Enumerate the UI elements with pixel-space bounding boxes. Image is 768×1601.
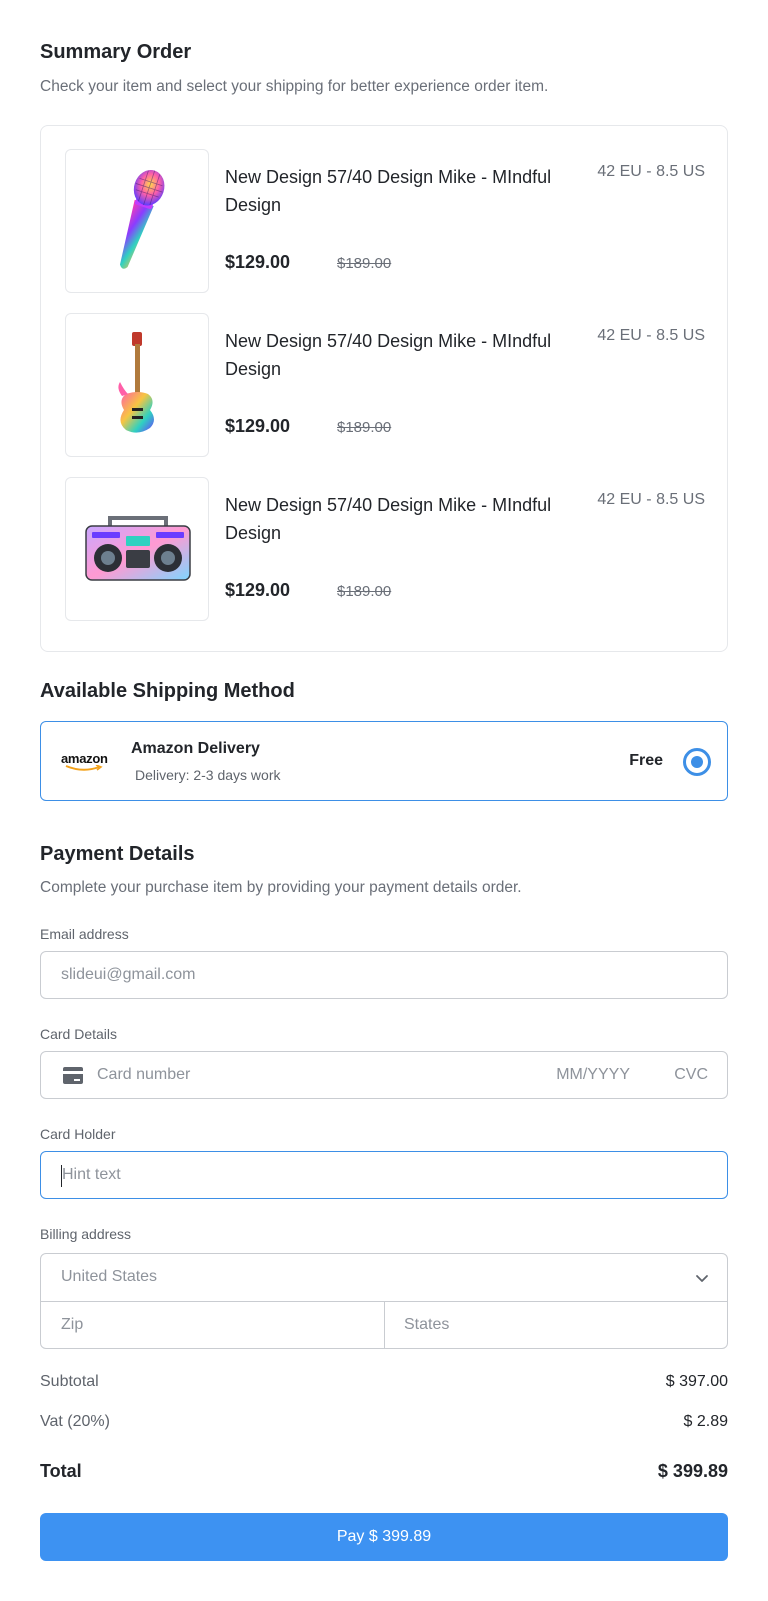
shipping-price: Free — [629, 752, 663, 769]
shipping-name: Amazon Delivery — [131, 740, 260, 757]
boombox-image — [65, 477, 209, 621]
vat-value: $ 2.89 — [683, 1413, 728, 1430]
total-label: Total — [40, 1461, 82, 1481]
item-size: 42 EU - 8.5 US — [597, 491, 705, 508]
divider — [384, 1301, 385, 1348]
order-item: New Design 57/40 Design Mike - MIndful D… — [65, 149, 705, 293]
item-price: $129.00 — [225, 416, 291, 436]
card-holder-field[interactable]: Hint text — [40, 1151, 728, 1199]
credit-card-icon — [63, 1067, 83, 1084]
item-old-price: $189.00 — [337, 583, 392, 600]
item-size: 42 EU - 8.5 US — [597, 327, 705, 344]
summary-title: Summary Order — [40, 41, 192, 63]
item-size: 42 EU - 8.5 US — [597, 163, 705, 180]
country-select[interactable]: United States — [61, 1268, 157, 1286]
microphone-image — [65, 149, 209, 293]
card-details-field[interactable]: Card number MM/YYYY CVC — [40, 1051, 728, 1099]
card-expiry-input[interactable]: MM/YYYY — [556, 1066, 630, 1084]
order-item: New Design 57/40 Design Mike - MIndful D… — [65, 477, 705, 621]
item-price: $129.00 — [225, 580, 291, 600]
email-placeholder: slideui@gmail.com — [61, 966, 196, 983]
item-price: $129.00 — [225, 252, 291, 272]
shipping-radio[interactable] — [683, 748, 711, 776]
card-cvc-input[interactable]: CVC — [674, 1066, 708, 1084]
billing-address-label: Billing address — [40, 1226, 132, 1242]
pay-button[interactable]: Pay $ 399.89 — [40, 1513, 728, 1561]
payment-subtitle: Complete your purchase item by providing… — [40, 879, 522, 896]
order-item: New Design 57/40 Design Mike - MIndful D… — [65, 313, 705, 457]
shipping-desc: Delivery: 2-3 days work — [135, 767, 281, 783]
card-holder-label: Card Holder — [40, 1126, 116, 1142]
item-name[interactable]: New Design 57/40 Design Mike - MIndful D… — [225, 491, 555, 547]
payment-title: Payment Details — [40, 843, 195, 865]
card-holder-placeholder: Hint text — [62, 1166, 121, 1183]
amazon-logo: amazon — [61, 751, 111, 773]
shipping-title: Available Shipping Method — [40, 680, 295, 702]
subtotal-value: $ 397.00 — [665, 1373, 728, 1390]
shipping-option-amazon[interactable]: amazon Amazon Delivery Delivery: 2-3 day… — [40, 721, 728, 801]
card-details-label: Card Details — [40, 1026, 118, 1042]
card-number-input[interactable]: Card number — [97, 1066, 190, 1084]
summary-subtitle: Check your item and select your shipping… — [40, 78, 549, 95]
email-label: Email address — [40, 926, 129, 942]
email-field[interactable]: slideui@gmail.com — [40, 951, 728, 999]
chevron-down-icon[interactable] — [695, 1271, 709, 1285]
state-input[interactable]: States — [404, 1316, 449, 1334]
item-name[interactable]: New Design 57/40 Design Mike - MIndful D… — [225, 327, 555, 383]
order-items-card: New Design 57/40 Design Mike - MIndful D… — [40, 125, 728, 652]
zip-input[interactable]: Zip — [61, 1316, 83, 1334]
total-value: $ 399.89 — [657, 1461, 728, 1481]
subtotal-label: Subtotal — [40, 1373, 99, 1390]
amazon-logo-text: amazon — [61, 751, 108, 766]
amazon-smile-icon — [65, 765, 103, 771]
item-old-price: $189.00 — [337, 255, 392, 272]
electric-guitar-image — [65, 313, 209, 457]
billing-address-group: United States Zip States — [40, 1253, 728, 1349]
vat-label: Vat (20%) — [40, 1413, 110, 1430]
item-old-price: $189.00 — [337, 419, 392, 436]
item-name[interactable]: New Design 57/40 Design Mike - MIndful D… — [225, 163, 555, 219]
